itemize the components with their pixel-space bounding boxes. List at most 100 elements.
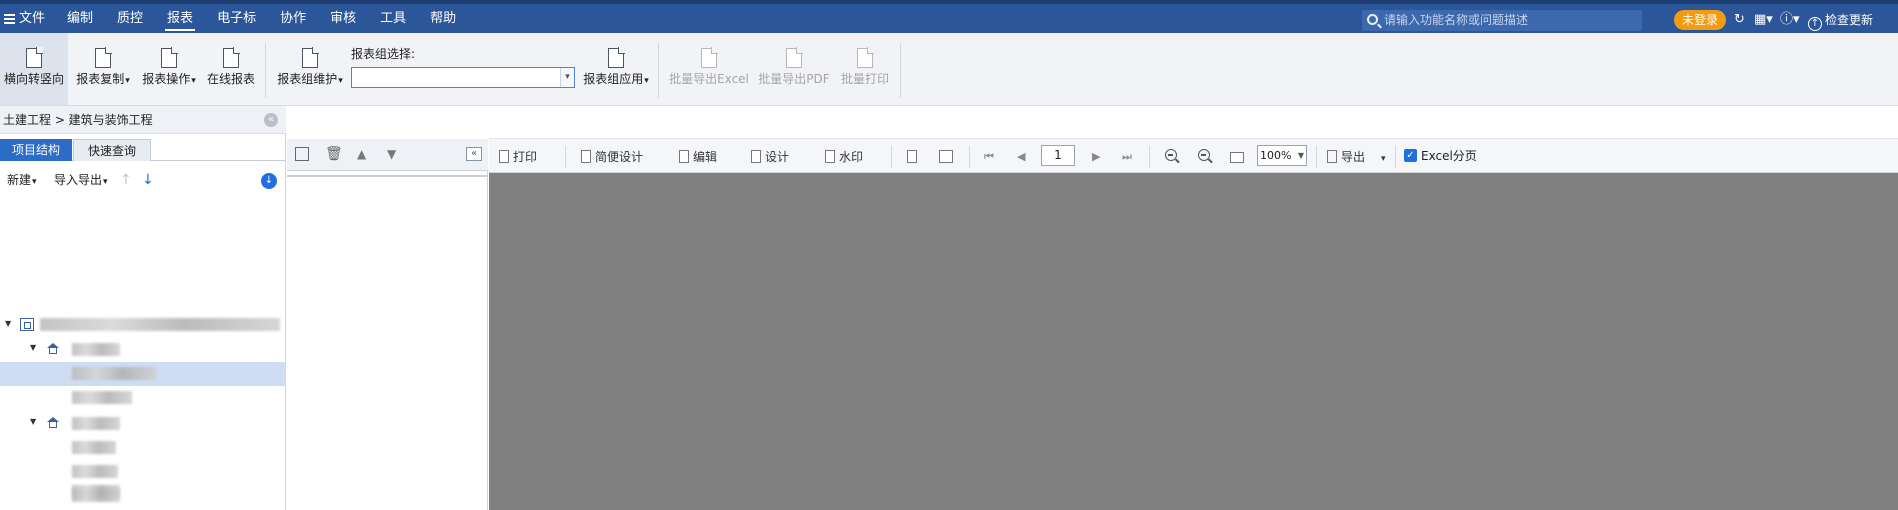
import-export-button[interactable]: 导入导出▾	[54, 167, 108, 195]
batch-export-excel-button[interactable]: 批量导出Excel	[668, 33, 750, 105]
two-page-view-button[interactable]	[939, 148, 957, 166]
house-icon	[47, 417, 59, 428]
next-page-icon[interactable]: ▶	[1092, 148, 1100, 166]
edit-icon	[679, 150, 689, 163]
expand-icon[interactable]: ▼	[30, 417, 36, 426]
zoom-in-icon[interactable]	[1165, 149, 1177, 161]
upload-icon: ↑	[1808, 17, 1822, 31]
menu-item-file[interactable]: 文件	[0, 8, 55, 30]
menu-item-collab[interactable]: 协作	[268, 8, 318, 30]
chevron-down-icon: ▼	[1297, 151, 1304, 160]
report-tab-strip	[489, 110, 1898, 139]
menu-items: 文件 编制 质控 报表 电子标 协作 审核 工具 帮助	[0, 8, 468, 31]
collapse-icon[interactable]: «	[264, 113, 278, 127]
printer-icon	[499, 150, 509, 163]
chevron-down-icon[interactable]: ▾	[560, 68, 574, 87]
zoom-select[interactable]: 100% ▼	[1257, 145, 1307, 166]
title-strip	[0, 0, 1898, 4]
menu-item-review[interactable]: 审核	[318, 8, 368, 30]
watermark-button[interactable]: 水印	[825, 148, 863, 166]
expand-icon[interactable]: ▼	[30, 343, 36, 352]
collapse-icon[interactable]: «	[466, 147, 482, 161]
tree-node-label[interactable]	[72, 417, 120, 430]
move-down-icon[interactable]: ▼	[387, 147, 401, 161]
menu-item-qc[interactable]: 质控	[105, 8, 155, 30]
simple-design-icon	[581, 150, 591, 163]
login-badge[interactable]: 未登录	[1674, 10, 1726, 30]
tree-node-label[interactable]	[72, 343, 120, 356]
ribbon: 横向转竖向 报表复制▾ 报表操作▾ 在线报表 报表组维护▾ 报表组选择: ▾ 报…	[0, 33, 1898, 106]
design-button[interactable]: 设计	[751, 148, 789, 166]
edit-button[interactable]: 编辑	[679, 148, 717, 166]
excel-paging-label: Excel分页	[1421, 149, 1477, 163]
last-page-icon[interactable]: ⏭	[1122, 148, 1132, 166]
menu-item-help[interactable]: 帮助	[418, 8, 468, 30]
fit-page-button[interactable]	[1230, 148, 1248, 166]
project-tree: ▼ ▼ ▼	[0, 198, 286, 510]
search-input[interactable]: 请输入功能名称或问题描述	[1362, 10, 1642, 31]
panel-tabs: 项目结构 快速查询	[0, 139, 286, 161]
group-apply-button[interactable]: 报表组应用▾	[580, 33, 652, 105]
single-page-view-button[interactable]	[907, 148, 921, 166]
report-list-panel: 🗑 ▲ ▼ «	[287, 139, 488, 510]
tree-node-label[interactable]	[72, 391, 132, 404]
menu-item-report[interactable]: 报表	[155, 8, 205, 31]
ribbon-separator	[900, 43, 901, 98]
batch-export-pdf-button[interactable]: 批量导出PDF	[756, 33, 832, 105]
tree-node-label[interactable]	[72, 485, 120, 498]
tree-node-label[interactable]	[72, 465, 118, 478]
menu-item-tools[interactable]: 工具	[368, 8, 418, 30]
zoom-out-icon[interactable]	[1198, 149, 1210, 161]
simple-design-button[interactable]: 简便设计	[581, 148, 643, 166]
move-up-icon[interactable]: ↑	[120, 167, 132, 193]
tree-node-label[interactable]	[72, 441, 116, 454]
grid-icon[interactable]: ▦▾	[1754, 11, 1773, 29]
delete-icon[interactable]: 🗑	[325, 147, 343, 161]
design-icon	[751, 150, 761, 163]
rotate-icon	[23, 47, 45, 71]
first-page-icon[interactable]: ⏮	[984, 148, 994, 166]
move-down-icon[interactable]: ↓	[142, 167, 154, 193]
excel-paging-checkbox[interactable]: ✓	[1404, 149, 1417, 162]
report-copy-button[interactable]: 报表复制▾	[72, 33, 134, 105]
check-update-button[interactable]: ↑ 检查更新	[1808, 11, 1873, 31]
info-icon[interactable]: ⓘ▾	[1780, 11, 1800, 29]
group-select[interactable]: ▾	[351, 67, 575, 88]
tree-node-label[interactable]	[40, 318, 280, 331]
settings-doc-icon	[299, 47, 321, 71]
new-button[interactable]: 新建▾	[7, 167, 37, 195]
menu-item-ebid[interactable]: 电子标	[205, 8, 268, 30]
expand-icon[interactable]: ▼	[5, 319, 11, 328]
download-icon[interactable]: ↓	[261, 173, 277, 189]
menu-item-edit[interactable]: 编制	[55, 8, 105, 30]
export-icon	[1327, 150, 1337, 163]
batch-print-button[interactable]: 批量打印	[836, 33, 894, 105]
rotate-orientation-button[interactable]: 横向转竖向	[0, 33, 68, 105]
search-icon	[1367, 14, 1378, 25]
new-report-icon[interactable]	[295, 147, 309, 161]
refresh-icon[interactable]: ↻	[1734, 11, 1745, 29]
building-icon	[20, 318, 34, 331]
tree-node-label[interactable]	[72, 367, 156, 380]
toolbar-separator	[1395, 146, 1396, 168]
ribbon-separator	[658, 43, 659, 98]
search-placeholder: 请输入功能名称或问题描述	[1384, 13, 1529, 27]
tab-project-structure[interactable]: 项目结构	[0, 139, 72, 161]
online-report-button[interactable]: 在线报表	[204, 33, 258, 105]
report-preview-canvas[interactable]	[489, 173, 1898, 510]
prev-page-icon[interactable]: ◀	[1017, 148, 1025, 166]
print-button[interactable]: 打印	[499, 148, 537, 166]
page-number-input[interactable]: 1	[1041, 145, 1075, 166]
group-maintain-button[interactable]: 报表组维护▾	[274, 33, 346, 105]
menu-bar: 文件 编制 质控 报表 电子标 协作 审核 工具 帮助 请输入功能名称或问题描述…	[0, 0, 1898, 33]
move-up-icon[interactable]: ▲	[357, 147, 371, 161]
toolbar-separator	[1316, 146, 1317, 168]
tree-toolbar: 新建▾ 导入导出▾ ↑ ↓ ↓	[0, 167, 286, 193]
toolbar-separator	[1149, 146, 1150, 168]
report-operate-button[interactable]: 报表操作▾	[138, 33, 200, 105]
toolbar-separator	[891, 146, 892, 168]
hamburger-icon	[4, 12, 15, 26]
export-button[interactable]: 导出 ▾	[1327, 148, 1386, 166]
breadcrumb: 土建工程 > 建筑与装饰工程 «	[0, 106, 286, 134]
tab-quick-query[interactable]: 快速查询	[73, 139, 151, 161]
